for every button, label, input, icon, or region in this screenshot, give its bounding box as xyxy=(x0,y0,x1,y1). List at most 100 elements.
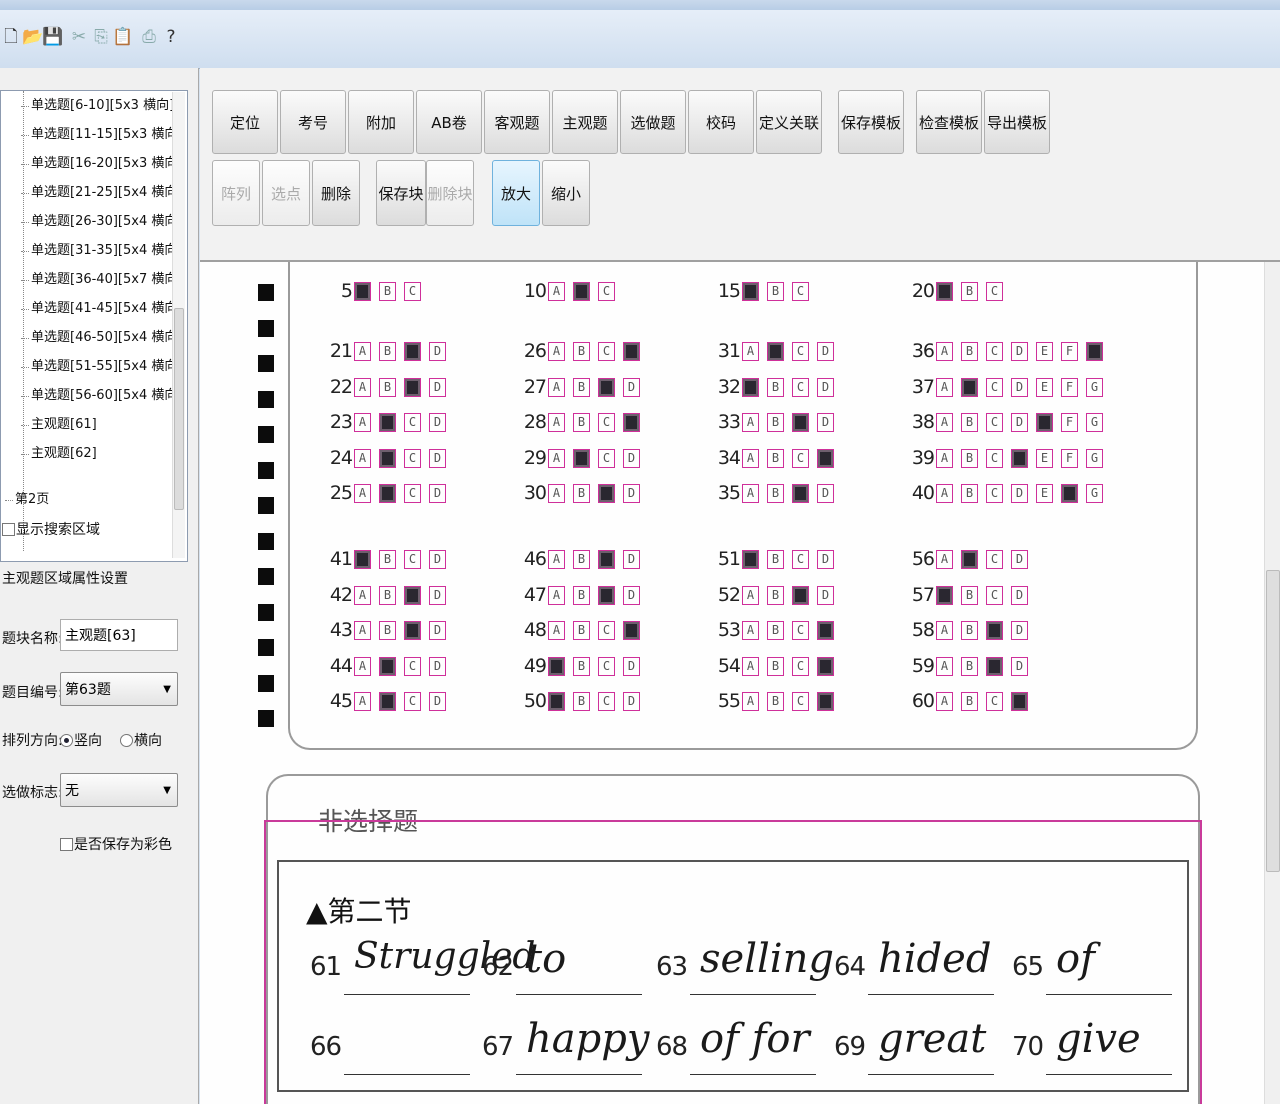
answer-bubble[interactable]: C xyxy=(404,377,421,397)
command-button[interactable]: 阵列 xyxy=(212,160,260,226)
answer-bubble[interactable]: A xyxy=(354,585,371,605)
answer-bubble[interactable]: D xyxy=(429,484,446,503)
command-button[interactable]: 删除 xyxy=(312,160,360,226)
tree-item[interactable]: 单选题[16-20][5x3 横向] xyxy=(20,155,182,173)
command-button[interactable]: 校码 xyxy=(688,90,754,154)
answer-bubble[interactable]: C xyxy=(598,484,615,503)
answer-bubble[interactable]: C xyxy=(792,377,809,397)
answer-bubble[interactable]: A xyxy=(548,448,565,468)
answer-bubble[interactable]: C xyxy=(404,484,421,503)
answer-bubble[interactable]: A xyxy=(548,585,565,605)
direction-horizontal-radio[interactable] xyxy=(120,734,133,747)
answer-bubble[interactable]: D xyxy=(1011,621,1028,640)
answer-bubble[interactable]: D xyxy=(623,550,640,569)
tree-item[interactable]: 单选题[6-10][5x3 横向] xyxy=(20,97,174,115)
command-button[interactable]: 导出模板 xyxy=(984,90,1050,154)
tree-item[interactable]: 第2页 xyxy=(4,491,49,509)
command-button[interactable]: 主观题 xyxy=(552,90,618,154)
command-button[interactable]: 缩小 xyxy=(542,160,590,226)
answer-bubble[interactable]: D xyxy=(429,585,446,605)
answer-bubble[interactable]: A xyxy=(354,377,371,397)
answer-bubble[interactable]: A xyxy=(548,377,565,397)
answer-bubble[interactable]: C xyxy=(598,692,615,711)
answer-bubble[interactable]: B xyxy=(767,585,784,605)
answer-bubble[interactable]: B xyxy=(573,448,590,468)
number-select[interactable]: 第63题 ▼ xyxy=(60,672,178,706)
answer-bubble[interactable]: A xyxy=(548,282,565,301)
answer-bubble[interactable]: C xyxy=(792,413,809,432)
answer-bubble[interactable]: B xyxy=(767,342,784,361)
answer-bubble[interactable]: C xyxy=(598,282,615,301)
answer-bubble[interactable]: B xyxy=(961,282,978,301)
answer-bubble[interactable]: C xyxy=(986,484,1003,503)
answer-bubble[interactable]: G xyxy=(1086,448,1103,468)
answer-bubble[interactable]: A xyxy=(354,448,371,468)
answer-bubble[interactable]: C xyxy=(986,585,1003,605)
answer-bubble[interactable]: B xyxy=(379,342,396,361)
answer-bubble[interactable]: D xyxy=(1011,656,1028,676)
answer-bubble[interactable]: B xyxy=(573,377,590,397)
answer-bubble[interactable]: C xyxy=(404,656,421,676)
answer-bubble[interactable]: B xyxy=(767,282,784,301)
name-input[interactable]: 主观题[63] xyxy=(60,619,178,651)
answer-bubble[interactable]: C xyxy=(792,621,809,640)
answer-bubble[interactable]: D xyxy=(817,413,834,432)
answer-bubble[interactable]: C xyxy=(404,342,421,361)
answer-bubble[interactable]: C xyxy=(598,342,615,361)
answer-bubble[interactable]: D xyxy=(623,484,640,503)
answer-bubble[interactable]: D xyxy=(1011,413,1028,432)
command-button[interactable]: 保存块 xyxy=(376,160,426,226)
answer-bubble[interactable]: B xyxy=(961,484,978,503)
answer-bubble[interactable]: A xyxy=(548,342,565,361)
answer-bubble[interactable]: A xyxy=(354,342,371,361)
answer-bubble[interactable]: C xyxy=(792,585,809,605)
answer-bubble[interactable]: B xyxy=(767,656,784,676)
answer-bubble[interactable]: C xyxy=(792,656,809,676)
answer-bubble[interactable]: A xyxy=(742,550,759,569)
save-icon[interactable]: 💾 xyxy=(42,24,63,50)
tree-item[interactable]: 主观题[62] xyxy=(21,445,97,463)
answer-bubble[interactable]: C xyxy=(404,448,421,468)
answer-bubble[interactable]: A xyxy=(548,413,565,432)
answer-bubble[interactable]: C xyxy=(986,448,1003,468)
answer-bubble[interactable]: C xyxy=(986,656,1003,676)
answer-bubble[interactable]: A xyxy=(354,692,371,711)
answer-bubble[interactable]: C xyxy=(404,692,421,711)
answer-bubble[interactable]: D xyxy=(429,448,446,468)
command-button[interactable]: 客观题 xyxy=(484,90,550,154)
answer-bubble[interactable]: C xyxy=(792,484,809,503)
answer-bubble[interactable]: B xyxy=(767,448,784,468)
answer-bubble[interactable]: B xyxy=(573,550,590,569)
answer-bubble[interactable]: D xyxy=(1011,484,1028,503)
answer-bubble[interactable]: D xyxy=(623,377,640,397)
answer-bubble[interactable]: A xyxy=(936,448,953,468)
answer-bubble[interactable]: A xyxy=(936,621,953,640)
answer-bubble[interactable]: A xyxy=(742,448,759,468)
tree-item[interactable]: 单选题[56-60][5x4 横向] xyxy=(20,387,182,405)
paste-icon[interactable]: 📋 xyxy=(112,24,133,50)
answer-bubble[interactable]: C xyxy=(598,621,615,640)
tree-item[interactable]: 主观题[61] xyxy=(21,416,97,434)
answer-bubble[interactable]: A xyxy=(742,585,759,605)
answer-bubble[interactable]: A xyxy=(354,413,371,432)
answer-bubble[interactable]: B xyxy=(573,484,590,503)
answer-bubble[interactable]: C xyxy=(792,342,809,361)
answer-bubble[interactable]: D xyxy=(1011,692,1028,711)
tree-item[interactable]: 单选题[46-50][5x4 横向] xyxy=(20,329,182,347)
command-button[interactable]: 附加 xyxy=(348,90,414,154)
answer-bubble[interactable]: C xyxy=(986,342,1003,361)
answer-bubble[interactable]: D xyxy=(1011,585,1028,605)
answer-bubble[interactable]: A xyxy=(742,621,759,640)
answer-bubble[interactable]: A xyxy=(548,656,565,676)
answer-bubble[interactable]: B xyxy=(961,550,978,569)
answer-bubble[interactable]: D xyxy=(429,550,446,569)
answer-bubble[interactable]: A xyxy=(548,550,565,569)
answer-bubble[interactable]: B xyxy=(379,448,396,468)
answer-bubble[interactable]: B xyxy=(573,692,590,711)
answer-bubble[interactable]: D xyxy=(623,342,640,361)
answer-bubble[interactable]: C xyxy=(986,692,1003,711)
answer-bubble[interactable]: C xyxy=(986,550,1003,569)
answer-bubble[interactable]: C xyxy=(792,692,809,711)
answer-bubble[interactable]: B xyxy=(379,377,396,397)
tree-item[interactable]: 单选题[36-40][5x7 横向] xyxy=(20,271,182,289)
